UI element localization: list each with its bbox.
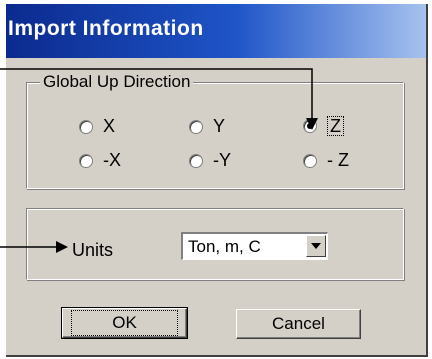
arrow-head-icon <box>306 118 318 130</box>
annotation-arrows <box>0 68 318 253</box>
arrow-head-icon <box>56 241 68 253</box>
arrow-to-z <box>0 68 313 122</box>
